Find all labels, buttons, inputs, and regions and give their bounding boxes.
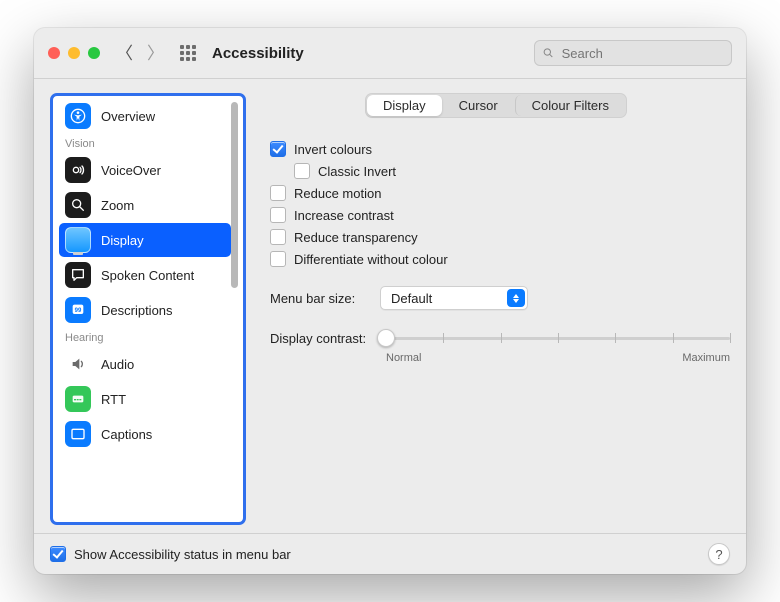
- checkbox-classic-invert[interactable]: Classic Invert: [294, 160, 730, 182]
- sidebar-item-label: Captions: [101, 427, 152, 442]
- sidebar-item-voiceover[interactable]: VoiceOver: [59, 153, 235, 187]
- checkbox-icon: [50, 546, 66, 562]
- zoom-window-button[interactable]: [88, 47, 100, 59]
- search-field[interactable]: [534, 40, 732, 66]
- checkbox-icon: [270, 185, 286, 201]
- sidebar-item-label: RTT: [101, 392, 126, 407]
- svg-text:99: 99: [75, 308, 82, 314]
- menu-bar-size-select[interactable]: Default: [380, 286, 528, 310]
- slider-min-label: Normal: [386, 352, 421, 364]
- descriptions-icon: 99: [65, 297, 91, 323]
- checkbox-reduce-transparency[interactable]: Reduce transparency: [270, 226, 730, 248]
- window-body: Overview Vision VoiceOver Zoom: [34, 79, 746, 533]
- checkbox-differentiate-without-colour[interactable]: Differentiate without colour: [270, 248, 730, 270]
- sidebar-item-overview[interactable]: Overview: [59, 99, 235, 133]
- help-button[interactable]: ?: [708, 543, 730, 565]
- sidebar-item-descriptions[interactable]: 99 Descriptions: [59, 293, 235, 327]
- sidebar-item-spoken-content[interactable]: Spoken Content: [59, 258, 235, 292]
- speech-bubble-icon: [65, 262, 91, 288]
- checkbox-label: Show Accessibility status in menu bar: [74, 547, 291, 562]
- display-contrast-label: Display contrast:: [270, 331, 376, 346]
- display-contrast-slider[interactable]: [386, 328, 730, 348]
- sidebar-group-vision: Vision: [55, 134, 241, 152]
- tab-display[interactable]: Display: [367, 95, 442, 116]
- checkbox-show-status[interactable]: Show Accessibility status in menu bar: [50, 546, 291, 562]
- checkbox-label: Classic Invert: [318, 164, 396, 179]
- sidebar-item-label: Descriptions: [101, 303, 173, 318]
- speaker-icon: [65, 351, 91, 377]
- slider-caption: Normal Maximum: [386, 352, 730, 364]
- back-button[interactable]: 〈: [116, 45, 133, 62]
- window-toolbar: 〈 〉 Accessibility: [34, 28, 746, 79]
- checkbox-label: Increase contrast: [294, 208, 394, 223]
- checkbox-label: Reduce transparency: [294, 230, 418, 245]
- display-icon: [65, 227, 91, 253]
- sidebar-item-label: Zoom: [101, 198, 134, 213]
- zoom-icon: [65, 192, 91, 218]
- sidebar-item-display[interactable]: Display: [59, 223, 231, 257]
- preferences-window: 〈 〉 Accessibility Overview Vision: [34, 28, 746, 574]
- display-contrast-row: Display contrast: Normal: [270, 328, 730, 364]
- main-pane: Display Cursor Colour Filters Invert col…: [262, 93, 730, 525]
- show-all-icon[interactable]: [180, 45, 196, 61]
- minimize-window-button[interactable]: [68, 47, 80, 59]
- checkbox-increase-contrast[interactable]: Increase contrast: [270, 204, 730, 226]
- captions-icon: [65, 421, 91, 447]
- sidebar-item-audio[interactable]: Audio: [59, 347, 235, 381]
- menu-bar-size-label: Menu bar size:: [270, 291, 370, 306]
- search-input[interactable]: [560, 45, 723, 62]
- sidebar-item-rtt[interactable]: RTT: [59, 382, 235, 416]
- options-group: Invert colours Classic Invert Reduce mot…: [270, 138, 730, 270]
- nav-buttons: 〈 〉: [116, 45, 164, 62]
- sidebar: Overview Vision VoiceOver Zoom: [50, 93, 246, 525]
- checkbox-icon: [294, 163, 310, 179]
- search-icon: [543, 47, 554, 59]
- sidebar-item-captions[interactable]: Captions: [59, 417, 235, 451]
- checkbox-invert-colours[interactable]: Invert colours: [270, 138, 730, 160]
- select-value: Default: [391, 291, 497, 306]
- slider-max-label: Maximum: [682, 352, 730, 364]
- tab-bar: Display Cursor Colour Filters: [365, 93, 627, 118]
- traffic-lights: [48, 47, 100, 59]
- checkbox-reduce-motion[interactable]: Reduce motion: [270, 182, 730, 204]
- checkbox-label: Reduce motion: [294, 186, 381, 201]
- sidebar-item-zoom[interactable]: Zoom: [59, 188, 235, 222]
- menu-bar-size-row: Menu bar size: Default: [270, 286, 730, 310]
- sidebar-item-label: Spoken Content: [101, 268, 194, 283]
- sidebar-item-label: Overview: [101, 109, 155, 124]
- close-window-button[interactable]: [48, 47, 60, 59]
- slider-knob[interactable]: [377, 329, 395, 347]
- rtt-icon: [65, 386, 91, 412]
- chevron-up-down-icon: [507, 289, 525, 307]
- tab-cursor[interactable]: Cursor: [443, 95, 514, 116]
- checkbox-icon: [270, 251, 286, 267]
- checkbox-label: Differentiate without colour: [294, 252, 448, 267]
- checkbox-label: Invert colours: [294, 142, 372, 157]
- sidebar-scrollbar[interactable]: [231, 102, 238, 288]
- checkbox-icon: [270, 229, 286, 245]
- sidebar-item-label: Audio: [101, 357, 134, 372]
- sidebar-item-label: Display: [101, 233, 144, 248]
- sidebar-item-label: VoiceOver: [101, 163, 161, 178]
- window-title: Accessibility: [212, 45, 304, 62]
- checkbox-icon: [270, 141, 286, 157]
- checkbox-icon: [270, 207, 286, 223]
- voiceover-icon: [65, 157, 91, 183]
- window-footer: Show Accessibility status in menu bar ?: [34, 533, 746, 574]
- tab-colour-filters[interactable]: Colour Filters: [515, 95, 625, 116]
- forward-button[interactable]: 〉: [147, 45, 164, 62]
- sidebar-group-hearing: Hearing: [55, 328, 241, 346]
- accessibility-icon: [65, 103, 91, 129]
